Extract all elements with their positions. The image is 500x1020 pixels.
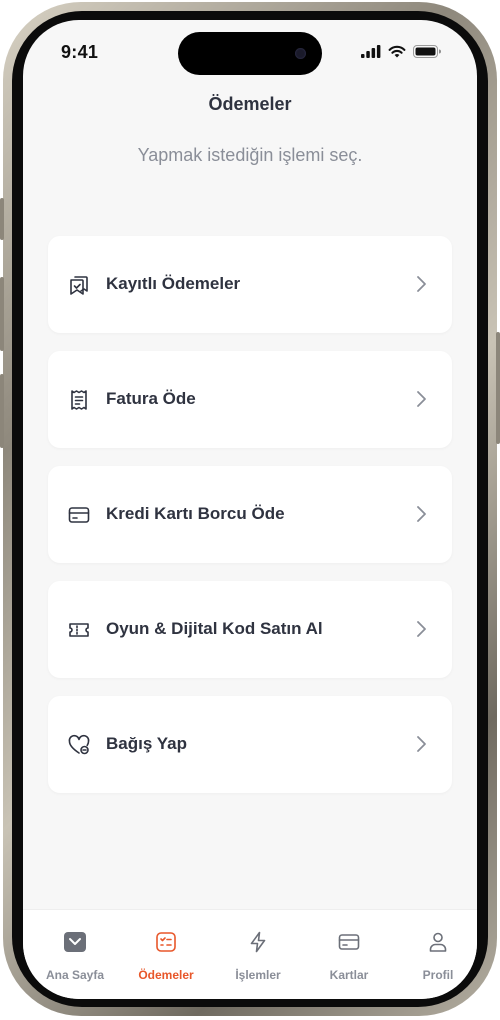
ticket-icon	[69, 623, 89, 637]
bill-receipt-icon	[71, 390, 87, 410]
bottom-tab-bar: Ana Sayfa Ödemeler İşlemler Kartlar Prof…	[23, 909, 477, 999]
menu-item-credit-card-debt[interactable]: Kredi Kartı Borcu Öde	[48, 466, 452, 563]
status-icons	[361, 44, 441, 58]
menu-item-donate[interactable]: Bağış Yap	[48, 696, 452, 793]
heart-donation-icon	[68, 734, 90, 755]
saved-payments-icon	[70, 276, 88, 295]
menu-item-label: Oyun & Dijital Kod Satın Al	[106, 619, 323, 638]
tab-cards[interactable]: Kartlar	[304, 910, 394, 999]
tab-transactions[interactable]: İşlemler	[213, 910, 303, 999]
chevron-right-icon	[417, 506, 426, 522]
wifi-icon	[388, 45, 406, 57]
front-camera	[295, 48, 306, 59]
battery-icon	[413, 44, 441, 58]
chevron-right-icon	[417, 736, 426, 752]
chevron-right-icon	[417, 621, 426, 637]
tab-label: Profil	[422, 968, 454, 982]
menu-item-label: Fatura Öde	[106, 389, 196, 408]
page-subtitle: Yapmak istediğin işlemi seç.	[137, 145, 363, 165]
page-title: Ödemeler	[208, 94, 292, 114]
status-bar: 9:41	[23, 20, 477, 80]
menu-item-label: Bağış Yap	[106, 734, 187, 753]
cellular-signal-icon	[361, 44, 381, 58]
menu-item-label: Kayıtlı Ödemeler	[106, 274, 241, 293]
menu-item-game-digital-code[interactable]: Oyun & Dijital Kod Satın Al	[48, 581, 452, 678]
tab-label: Kartlar	[329, 968, 369, 982]
tab-profile[interactable]: Profil	[393, 910, 477, 999]
chevron-right-icon	[417, 391, 426, 407]
power-button	[496, 332, 500, 444]
payments-icon	[156, 932, 176, 952]
chevron-right-icon	[417, 276, 426, 292]
card-icon	[338, 934, 360, 950]
tab-payments[interactable]: Ödemeler	[121, 910, 211, 999]
tab-home[interactable]: Ana Sayfa	[30, 910, 120, 999]
lightning-icon	[250, 931, 266, 953]
volume-up-button	[0, 277, 4, 351]
tab-label: İşlemler	[235, 968, 281, 982]
status-time: 9:41	[61, 42, 99, 62]
action-button	[0, 198, 4, 240]
menu-item-saved-payments[interactable]: Kayıtlı Ödemeler	[48, 236, 452, 333]
credit-card-icon	[68, 507, 90, 523]
payments-menu: Kayıtlı Ödemeler Fatura Öde Kredi Kartı …	[48, 236, 452, 811]
tab-label: Ana Sayfa	[45, 968, 105, 982]
volume-down-button	[0, 374, 4, 448]
tab-label: Ödemeler	[138, 968, 194, 982]
app-screen: 9:41 Ödemeler Yapmak istediğin işlemi se…	[23, 20, 477, 999]
dynamic-island	[178, 32, 322, 75]
menu-item-pay-bill[interactable]: Fatura Öde	[48, 351, 452, 448]
home-icon	[64, 932, 86, 952]
profile-icon	[429, 932, 447, 952]
menu-item-label: Kredi Kartı Borcu Öde	[106, 504, 285, 523]
